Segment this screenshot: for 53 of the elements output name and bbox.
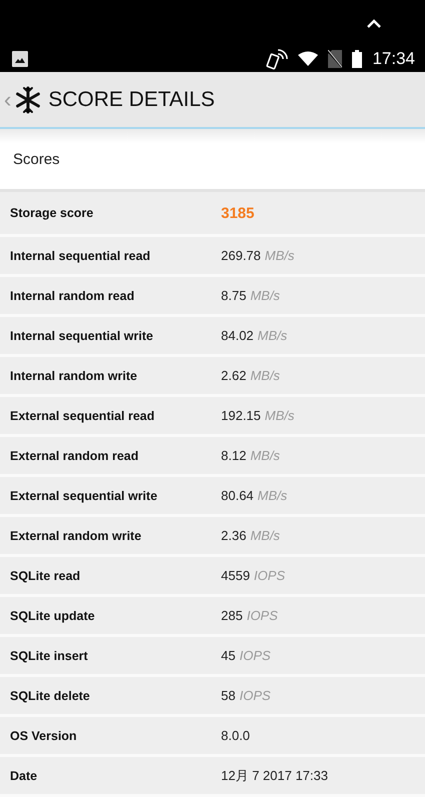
row-value: 8.12 bbox=[221, 448, 246, 463]
row-label: Internal random read bbox=[10, 288, 136, 302]
battery-icon bbox=[352, 50, 362, 68]
score-value: 3185 bbox=[221, 204, 254, 222]
row-label: Internal sequential read bbox=[10, 248, 152, 262]
unit-label: MB/s bbox=[250, 528, 280, 543]
row-label: Internal random write bbox=[10, 368, 138, 382]
row-value: 84.02 bbox=[221, 328, 254, 343]
wifi-icon bbox=[298, 51, 318, 67]
row-label: OS Version bbox=[10, 728, 78, 742]
row-label: External random write bbox=[10, 528, 142, 542]
unit-label: MB/s bbox=[250, 288, 280, 303]
screen-title: SCORE DETAILS bbox=[48, 88, 215, 112]
row-value: 285 bbox=[221, 608, 243, 623]
section-title: Scores bbox=[13, 150, 60, 168]
snowflake-icon bbox=[14, 86, 42, 114]
clock-time: 17:34 bbox=[372, 49, 415, 69]
unit-label: MB/s bbox=[264, 408, 294, 423]
row-label: SQLite update bbox=[10, 608, 96, 622]
row-label: External sequential write bbox=[10, 488, 158, 502]
unit-label: MB/s bbox=[250, 448, 280, 463]
row-value: 80.64 bbox=[221, 488, 254, 503]
row-value: 45 bbox=[221, 648, 236, 663]
row-value: 269.78 bbox=[221, 248, 261, 263]
row-value: 4559 bbox=[221, 568, 250, 583]
unit-label: MB/s bbox=[264, 248, 294, 263]
unit-label: IOPS bbox=[239, 648, 271, 663]
row-label: Date bbox=[10, 768, 38, 782]
back-button[interactable]: ‹ bbox=[4, 86, 12, 112]
row-label: SQLite insert bbox=[10, 648, 89, 662]
row-value: 8.75 bbox=[221, 288, 246, 303]
no-sim-icon bbox=[328, 50, 342, 68]
unit-label: IOPS bbox=[246, 608, 278, 623]
unit-label: MB/s bbox=[258, 328, 288, 343]
unit-label: IOPS bbox=[254, 568, 285, 583]
chevron-up-icon[interactable] bbox=[366, 18, 382, 28]
row-label: External random read bbox=[10, 448, 140, 462]
unit-label: MB/s bbox=[250, 368, 280, 383]
row-label: Internal sequential write bbox=[10, 328, 154, 342]
row-label: SQLite delete bbox=[10, 688, 91, 702]
row-label: SQLite read bbox=[10, 568, 82, 582]
row-value: 12月 7 2017 17:33 bbox=[221, 766, 328, 784]
row-value: 8.0.0 bbox=[221, 728, 250, 743]
row-value: 2.62 bbox=[221, 368, 246, 383]
row-value: 58 bbox=[221, 688, 236, 703]
unit-label: IOPS bbox=[239, 688, 271, 703]
phone-signal-icon bbox=[266, 48, 288, 70]
image-icon bbox=[12, 51, 28, 67]
row-label: External sequential read bbox=[10, 408, 156, 422]
row-label: Storage score bbox=[10, 206, 94, 220]
row-value: 2.36 bbox=[221, 528, 246, 543]
unit-label: MB/s bbox=[258, 488, 288, 503]
row-value: 192.15 bbox=[221, 408, 261, 423]
